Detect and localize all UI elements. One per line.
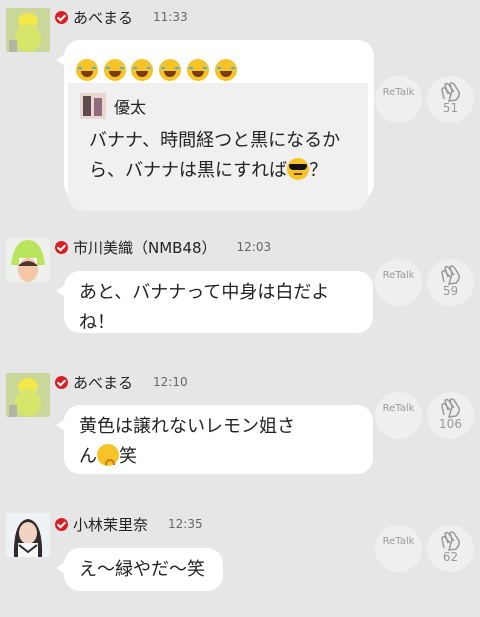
message-line-2: ね！	[79, 312, 115, 333]
retalk-label: ReTalk	[382, 403, 415, 414]
message-header: あべまる 12:10	[55, 372, 188, 392]
message-2: 市川美織（NMB48） 12:03 あと、バナナって中身は白だよ ね！ ReTa…	[0, 232, 480, 342]
laughing-crying-icon	[159, 59, 182, 81]
verified-icon	[55, 375, 68, 389]
author-name[interactable]: 小林茉里奈	[73, 514, 148, 535]
laughing-crying-icon	[214, 59, 237, 81]
verified-icon	[55, 240, 68, 254]
laughing-crying-icon	[131, 59, 154, 81]
timestamp: 12:10	[153, 375, 188, 389]
clap-button[interactable]: 59	[427, 259, 474, 306]
retalk-label: ReTalk	[382, 270, 415, 281]
message-bubble: あと、バナナって中身は白だよ ね！	[56, 271, 373, 333]
clap-count: 59	[442, 284, 459, 298]
message-4: 小林茉里奈 12:35 え〜緑やだ〜笑 ReTalk 62	[0, 504, 480, 617]
quote-line-1: バナナ、時間経つと黒になるか	[89, 130, 341, 151]
retalk-label: ReTalk	[382, 87, 415, 98]
retalk-button[interactable]: ReTalk	[375, 76, 422, 123]
message-line-1: 黄色は譲れないレモン姐さ	[79, 416, 295, 437]
quote-line-2: ら、バナナは黒にすれば ？	[89, 156, 357, 186]
avatar-ichikawa[interactable]	[6, 238, 50, 282]
clap-icon	[441, 531, 460, 551]
quote-text: バナナ、時間経つと黒になるか ら、バナナは黒にすれば ？	[89, 126, 357, 186]
author-name[interactable]: 市川美織（NMB48）	[73, 237, 217, 258]
laughing-crying-icon	[103, 59, 126, 81]
laughing-crying-icon	[186, 59, 209, 81]
retalk-label: ReTalk	[382, 536, 415, 547]
clap-count: 106	[439, 417, 462, 431]
message-line-2-text: ん	[79, 446, 97, 467]
clap-count: 62	[442, 550, 459, 564]
timestamp: 12:03	[236, 240, 272, 254]
message-header: 市川美織（NMB48） 12:03	[55, 237, 271, 257]
quoted-message[interactable]: 優太 バナナ、時間経つと黒になるか ら、バナナは黒にすれば ？	[68, 83, 368, 211]
message-line-1: え〜緑やだ〜笑	[79, 559, 205, 580]
quote-line-2-text: ら、バナナは黒にすれば	[89, 160, 288, 181]
message-line-1: あと、バナナって中身は白だよ	[79, 282, 330, 303]
timestamp: 11:33	[153, 10, 188, 24]
clap-icon	[441, 398, 460, 418]
quote-header: 優太	[80, 93, 146, 119]
avatar-abemaru[interactable]	[6, 8, 50, 52]
retalk-button[interactable]: ReTalk	[375, 392, 422, 439]
author-name[interactable]: あべまる	[73, 372, 133, 393]
verified-icon	[55, 10, 68, 24]
timestamp: 12:35	[168, 517, 203, 531]
clap-button[interactable]: 106	[427, 392, 474, 439]
clap-icon	[441, 265, 460, 285]
quote-line-2-end: ？	[309, 160, 328, 181]
retalk-button[interactable]: ReTalk	[375, 525, 422, 572]
quote-avatar	[80, 93, 106, 119]
sunglasses-face-icon	[287, 158, 310, 180]
message-header: あべまる 11:33	[55, 7, 188, 27]
message-1: あべまる 11:33 優太 バナナ、時間経つと黒になるか ら、バナナは黒にすれば…	[0, 0, 480, 212]
message-header: 小林茉里奈 12:35	[55, 514, 203, 534]
author-name[interactable]: あべまる	[73, 7, 133, 28]
clap-icon	[441, 82, 460, 102]
message-3: あべまる 12:10 黄色は譲れないレモン姐さ ん笑 ReTalk 106	[0, 365, 480, 480]
clap-button[interactable]: 51	[427, 76, 474, 123]
clap-button[interactable]: 62	[427, 525, 474, 572]
clap-count: 51	[442, 101, 459, 115]
pouting-face-icon	[97, 444, 119, 466]
avatar-kobayashi[interactable]	[6, 513, 50, 557]
message-line-2: ん笑	[79, 442, 359, 472]
quote-author: 優太	[114, 98, 147, 117]
laughing-crying-icon	[76, 59, 98, 81]
verified-icon	[55, 517, 68, 531]
avatar-abemaru[interactable]	[6, 373, 50, 417]
retalk-button[interactable]: ReTalk	[375, 259, 422, 306]
message-bubble: え〜緑やだ〜笑	[56, 548, 223, 591]
message-bubble: 黄色は譲れないレモン姐さ ん笑	[56, 405, 373, 474]
message-line-2-end: 笑	[119, 446, 137, 467]
